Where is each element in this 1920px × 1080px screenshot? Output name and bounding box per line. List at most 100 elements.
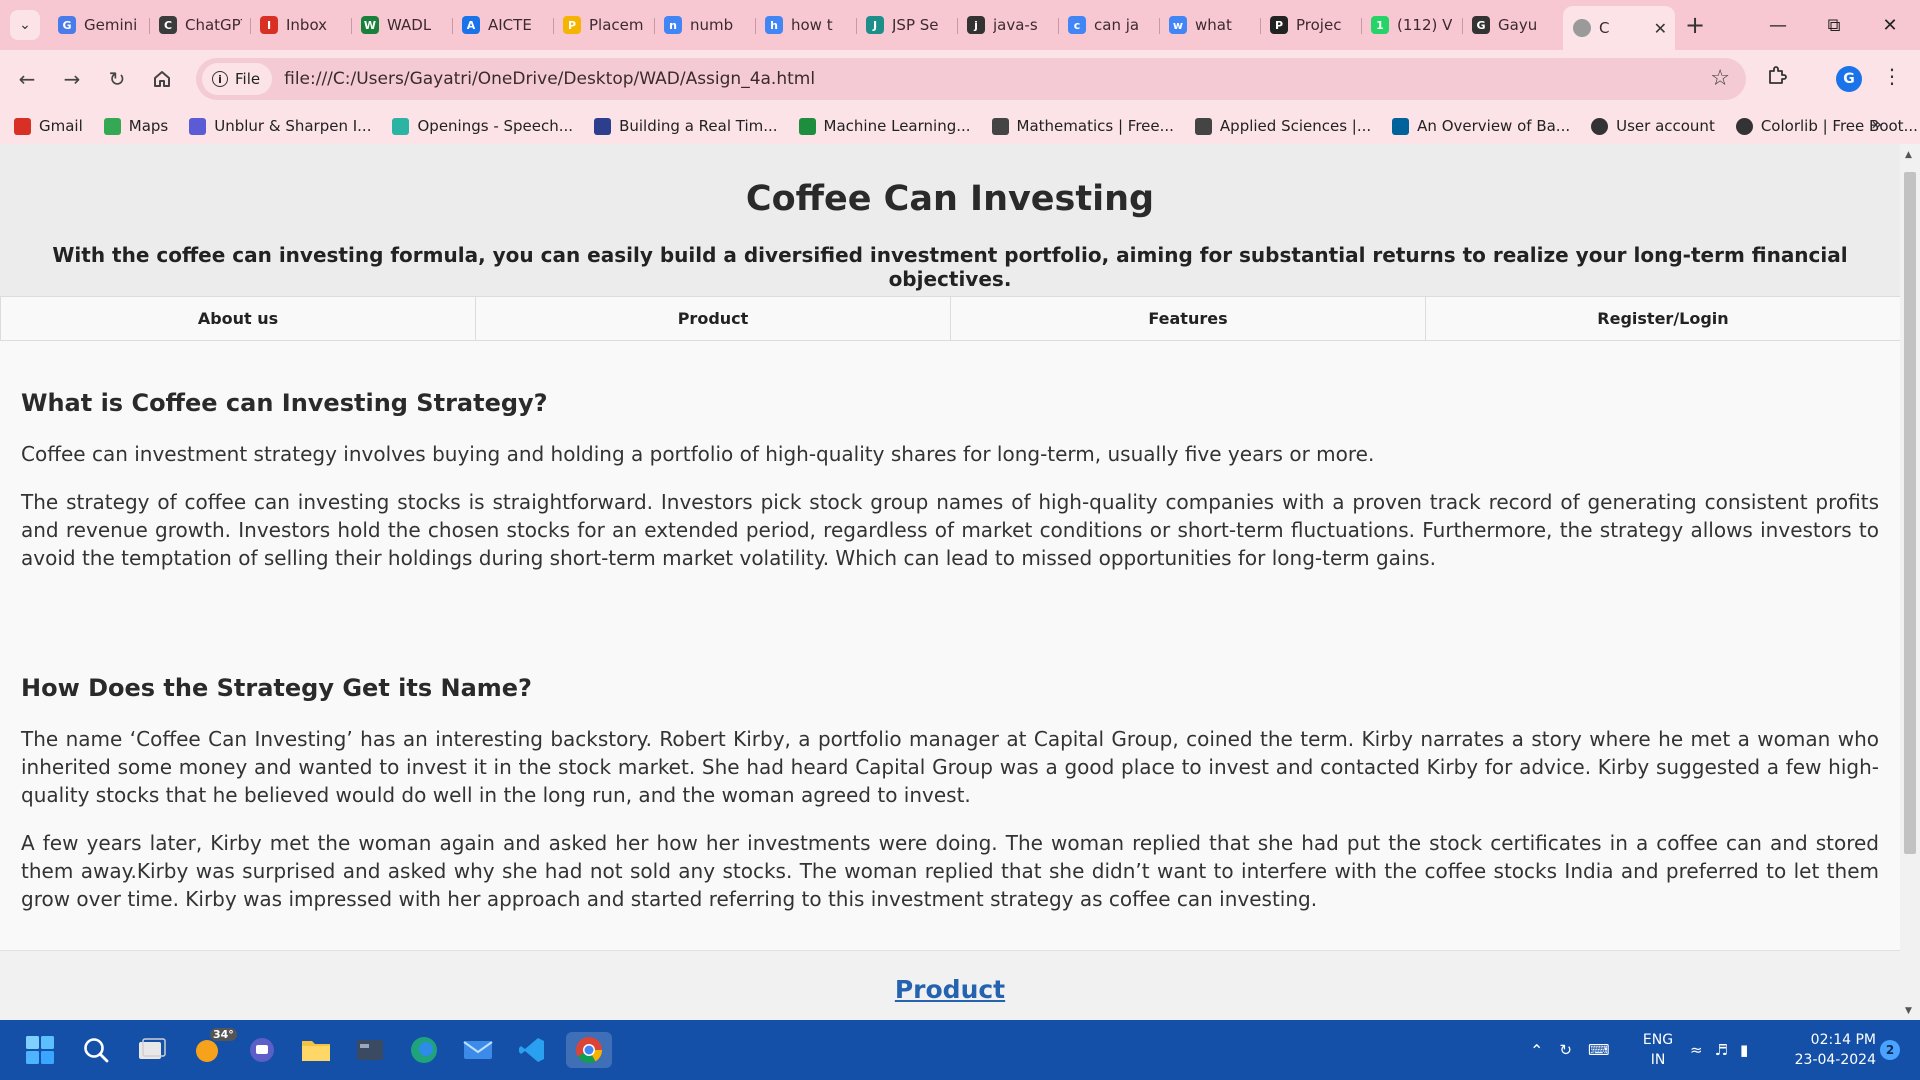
bookmark-item[interactable]: Maps: [103, 117, 168, 135]
back-button[interactable]: ←: [12, 64, 42, 94]
chevron-up-icon[interactable]: ⌃: [1530, 1041, 1543, 1060]
product-link[interactable]: Product: [895, 975, 1005, 1004]
browser-tab[interactable]: 1 (112) V: [1361, 6, 1462, 44]
browser-tab[interactable]: n numb: [654, 6, 755, 44]
nav-about-us[interactable]: About us: [0, 297, 475, 340]
quick-settings[interactable]: ≈ ♬ ▮: [1690, 1020, 1748, 1080]
bookmark-item[interactable]: Mathematics | Free...: [991, 117, 1174, 135]
minimize-button[interactable]: —: [1750, 0, 1806, 50]
browser-tab[interactable]: C ChatGPT: [149, 6, 250, 44]
url-text[interactable]: file:///C:/Users/Gayatri/OneDrive/Deskto…: [284, 69, 815, 89]
teams-chat-icon: [250, 1038, 274, 1062]
bookmark-item[interactable]: Building a Real Tim...: [594, 117, 778, 135]
nav-register-login[interactable]: Register/Login: [1425, 297, 1900, 340]
tab-search-button[interactable]: ⌄: [10, 10, 40, 40]
globe-icon: [1735, 117, 1753, 135]
taskbar-clock[interactable]: 02:14 PM 23-04-2024: [1786, 1030, 1876, 1070]
restore-button[interactable]: ⧉: [1806, 0, 1862, 50]
start-button[interactable]: [22, 1032, 58, 1068]
page-scrollbar[interactable]: ▲ ▼: [1900, 144, 1920, 1020]
app-button[interactable]: [352, 1032, 388, 1068]
notification-badge[interactable]: 2: [1880, 1040, 1900, 1060]
site-chip-label: File: [235, 70, 261, 88]
bookmark-item[interactable]: Machine Learning...: [798, 117, 971, 135]
keyboard-icon[interactable]: ⌨: [1588, 1041, 1610, 1059]
wifi-icon: ≈: [1690, 1041, 1703, 1059]
teams-button[interactable]: [244, 1032, 280, 1068]
browser-tab[interactable]: P Placem: [553, 6, 654, 44]
unblur-icon: [189, 117, 207, 135]
close-window-button[interactable]: ✕: [1862, 0, 1918, 50]
google-icon: c: [1068, 16, 1086, 34]
browser-tab[interactable]: w what: [1159, 6, 1260, 44]
scroll-up-icon[interactable]: ▲: [1905, 150, 1912, 160]
vscode-button[interactable]: [514, 1032, 550, 1068]
browser-tab[interactable]: h how t: [755, 6, 856, 44]
file-explorer-button[interactable]: [298, 1032, 334, 1068]
volume-icon: ♬: [1714, 1041, 1729, 1059]
task-view-icon: [139, 1038, 166, 1059]
browser-tab[interactable]: W WADL: [351, 6, 452, 44]
github-icon: G: [1472, 16, 1490, 34]
close-tab-icon[interactable]: ✕: [1654, 19, 1667, 38]
bookmark-item[interactable]: Colorlib | Free Boot...: [1735, 117, 1918, 135]
edge-button[interactable]: [406, 1032, 442, 1068]
scroll-thumb[interactable]: [1904, 172, 1916, 854]
tab-label: java-s: [993, 16, 1038, 34]
scroll-down-icon[interactable]: ▼: [1905, 1006, 1912, 1016]
browser-tab[interactable]: G Gayu: [1462, 6, 1563, 44]
browser-tab[interactable]: G Gemini: [48, 6, 149, 44]
sync-icon[interactable]: ↻: [1559, 1041, 1572, 1059]
extensions-icon[interactable]: [1766, 64, 1788, 92]
nav-product[interactable]: Product: [475, 297, 950, 340]
page-title: Coffee Can Investing: [745, 179, 1155, 219]
tab-label: (112) V: [1397, 16, 1453, 34]
nav-features[interactable]: Features: [950, 297, 1425, 340]
more-menu-icon[interactable]: ⋮: [1882, 64, 1902, 88]
browser-toolbar: ← → ↻ i File file:///C:/Users/Gayatri/On…: [0, 50, 1920, 108]
forward-button[interactable]: →: [57, 64, 87, 94]
browser-tab[interactable]: j java-s: [957, 6, 1058, 44]
more-bookmarks-icon[interactable]: »: [1871, 114, 1882, 135]
bookmark-item[interactable]: Gmail: [14, 117, 83, 135]
site-info-chip[interactable]: i File: [202, 63, 273, 95]
battery-icon: ▮: [1740, 1041, 1749, 1059]
profile-avatar[interactable]: G: [1836, 66, 1862, 92]
chrome-button[interactable]: [566, 1032, 612, 1068]
bookmark-item[interactable]: Openings - Speech...: [392, 117, 573, 135]
reload-button[interactable]: ↻: [102, 64, 132, 94]
browser-tab-active[interactable]: C ✕: [1563, 6, 1675, 50]
lang-code: ENG: [1642, 1032, 1674, 1048]
restore-icon: ⧉: [1827, 14, 1841, 36]
bookmark-item[interactable]: User account: [1591, 117, 1715, 135]
section-paragraph: A few years later, Kirby met the woman a…: [21, 831, 1879, 911]
close-icon: ✕: [1882, 14, 1898, 36]
browser-tab[interactable]: J JSP Se: [856, 6, 957, 44]
browser-tab[interactable]: P Projec: [1260, 6, 1361, 44]
browser-tab[interactable]: c can ja: [1058, 6, 1159, 44]
bookmark-star-icon[interactable]: ☆: [1710, 66, 1730, 91]
bookmark-item[interactable]: Unblur & Sharpen I...: [189, 117, 371, 135]
browser-tab[interactable]: A AICTE: [452, 6, 553, 44]
mail-button[interactable]: [460, 1032, 496, 1068]
tab-label: can ja: [1094, 16, 1140, 34]
minimize-icon: —: [1769, 14, 1787, 36]
bookmark-label: Unblur & Sharpen I...: [214, 117, 372, 135]
bookmark-item[interactable]: Applied Sciences |...: [1194, 117, 1372, 135]
new-tab-button[interactable]: +: [1675, 6, 1715, 44]
search-button[interactable]: [78, 1032, 114, 1068]
chrome-icon: [576, 1037, 603, 1064]
bookmark-label: Applied Sciences |...: [1219, 117, 1372, 135]
address-bar[interactable]: i File file:///C:/Users/Gayatri/OneDrive…: [196, 58, 1746, 100]
bookmark-item[interactable]: An Overview of Ba...: [1392, 117, 1570, 135]
language-indicator[interactable]: ENG IN: [1638, 1030, 1678, 1070]
tab-list: GGeminiCChatGPTIInboxWWADLAAICTEPPlacemn…: [48, 6, 1715, 50]
whatsapp-icon: 1: [1371, 16, 1389, 34]
task-view-button[interactable]: [134, 1032, 170, 1068]
browser-tab[interactable]: I Inbox: [250, 6, 351, 44]
home-button[interactable]: [147, 64, 177, 94]
tab-label: Projec: [1296, 16, 1342, 34]
weather-widget[interactable]: 34°: [190, 1028, 237, 1068]
bookmark-label: Gmail: [39, 117, 83, 135]
web-page: Coffee Can Investing With the coffee can…: [0, 144, 1900, 1020]
